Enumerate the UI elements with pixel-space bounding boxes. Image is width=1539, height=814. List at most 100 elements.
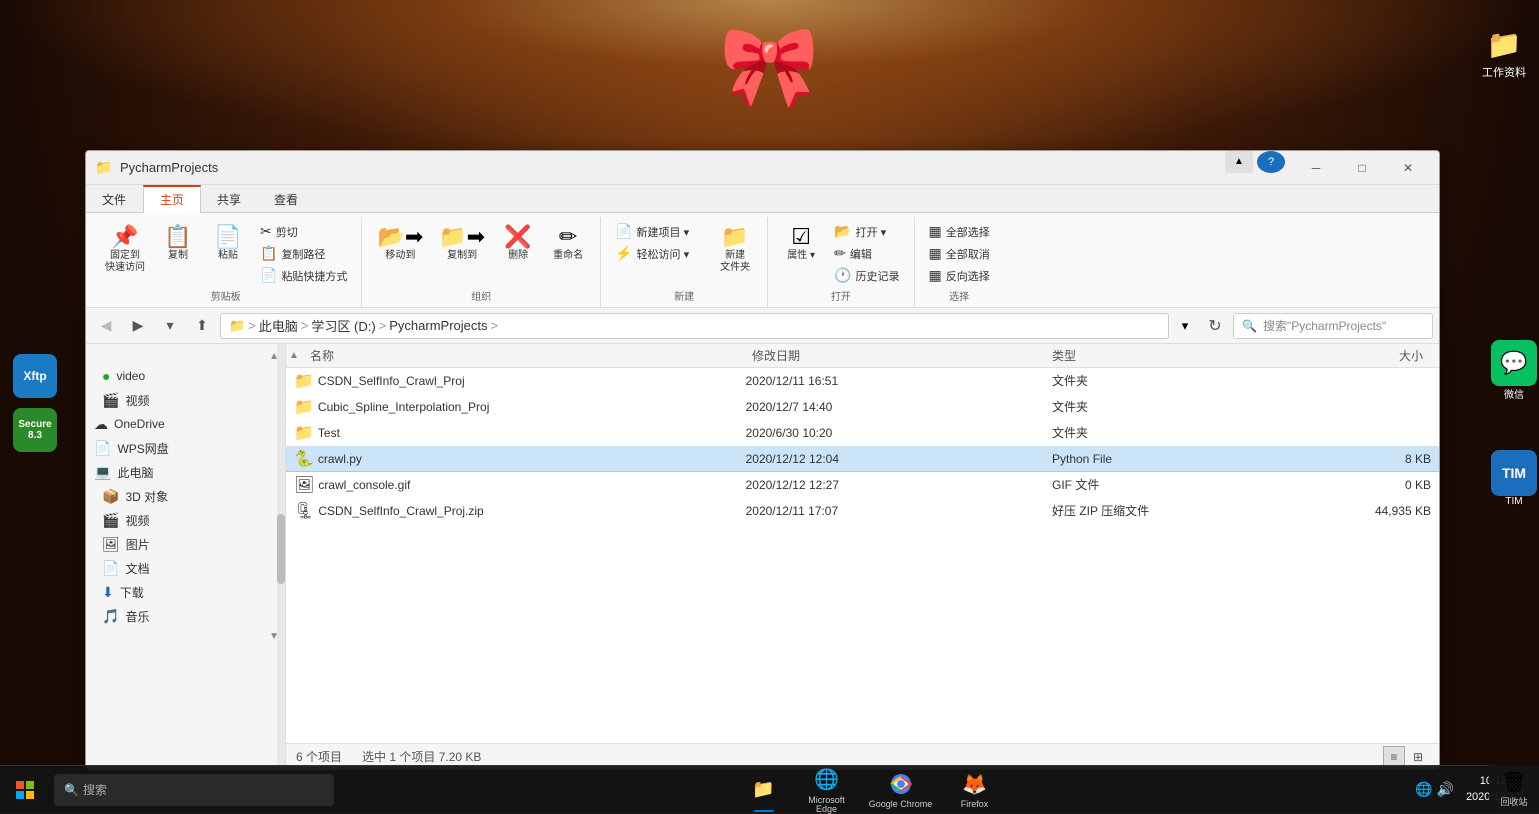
ribbon-tab-home[interactable]: 主页 [143, 185, 201, 213]
folder-icon-cubic: 📁 [294, 397, 314, 417]
sidebar-item-onedrive[interactable]: ☁ OneDrive [86, 412, 285, 436]
file-size-crawlpy: 8 KB [1278, 452, 1439, 466]
file-type-cubic: 文件夹 [1044, 398, 1278, 415]
easy-access-btn[interactable]: ⚡ 轻松访问 ▾ [609, 243, 709, 264]
easy-access-icon: ⚡ [615, 245, 632, 262]
address-path[interactable]: 📁 > 此电脑 > 学习区 (D:) > PycharmProjects > [220, 313, 1169, 339]
recycle-bin-taskbar[interactable]: 🗑 回收站 [1489, 765, 1539, 813]
ribbon-collapse-btn[interactable]: ▲ [1225, 151, 1253, 173]
sidebar-item-thispc[interactable]: 💻 此电脑 [86, 460, 285, 484]
tim-icon-container[interactable]: TIM [1491, 450, 1537, 496]
tim-float[interactable]: TIM TIM [1491, 450, 1537, 507]
taskbar-app-chrome[interactable]: Google Chrome [866, 766, 936, 814]
paste-btn[interactable]: 📄 粘贴 [204, 221, 252, 267]
sidebar-item-video[interactable]: ● video [86, 364, 285, 388]
windows-logo-icon [16, 781, 34, 799]
sidebar-item-videos2-label: 视频 [125, 512, 149, 529]
paste-shortcut-btn[interactable]: 📄 粘贴快捷方式 [254, 265, 353, 286]
copy-btn[interactable]: 📋 复制 [154, 221, 202, 267]
python-icon: 🐍 [294, 449, 314, 469]
invert-select-btn[interactable]: ▦ 反向选择 [923, 265, 996, 286]
col-header-size[interactable]: 大小 [1273, 347, 1431, 364]
select-col: ▦ 全部选择 ▦ 全部取消 ▦ 反向选择 [923, 221, 996, 286]
sidebar-scroll-down[interactable]: ▼ [86, 628, 285, 644]
start-button[interactable] [0, 766, 50, 814]
file-size-zip: 44,935 KB [1278, 504, 1439, 518]
search-box[interactable]: 🔍 搜索"PycharmProjects" [1233, 313, 1433, 339]
select-none-btn[interactable]: ▦ 全部取消 [923, 243, 996, 264]
sidebar-item-videos-folder[interactable]: 🎬 视频 [86, 388, 285, 412]
taskbar-app-explorer[interactable]: 📁 [740, 766, 788, 814]
tim-icon: TIM [1502, 465, 1526, 481]
file-row[interactable]: 📁 CSDN_SelfInfo_Crawl_Proj 2020/12/11 16… [286, 368, 1439, 394]
rename-btn[interactable]: ✏ 重命名 [544, 221, 592, 267]
address-dropdown-btn[interactable]: ▾ [1173, 313, 1197, 339]
desktop-icon-securecrt[interactable]: Secure8.3 [0, 404, 70, 456]
help-btn[interactable]: ? [1257, 151, 1285, 173]
taskbar-app-edge[interactable]: 🌐 MicrosoftEdge [792, 766, 862, 814]
nav-recent-btn[interactable]: ▾ [156, 312, 184, 340]
sidebar-scrollbar[interactable] [277, 344, 285, 769]
organize-items: 📂➡ 移动到 📁➡ 复制到 ❌ 删除 ✏ 重命名 [370, 221, 592, 286]
delete-btn[interactable]: ❌ 删除 [494, 221, 542, 267]
copy-path-btn[interactable]: 📋 复制路径 [254, 243, 353, 264]
desktop-icon-xftp[interactable]: Xftp [0, 350, 70, 402]
ribbon-tab-view[interactable]: 查看 [258, 185, 315, 213]
edit-btn[interactable]: ✏ 编辑 [828, 243, 905, 264]
new-item-btn[interactable]: 📄 新建项目 ▾ [609, 221, 709, 242]
move-to-btn[interactable]: 📂➡ 移动到 [370, 221, 430, 267]
wechat-icon-container[interactable]: 💬 [1491, 340, 1537, 386]
sidebar-item-documents[interactable]: 📄 文档 [86, 556, 285, 580]
file-row[interactable]: 📁 Test 2020/6/30 10:20 文件夹 [286, 420, 1439, 446]
open-file-label: 打开 ▾ [856, 224, 887, 240]
rename-icon: ✏ [559, 226, 577, 248]
file-row[interactable]: 📁 Cubic_Spline_Interpolation_Proj 2020/1… [286, 394, 1439, 420]
file-row[interactable]: 🖼 crawl_console.gif 2020/12/12 12:27 GIF… [286, 472, 1439, 498]
sidebar-scroll-up[interactable]: ▲ [86, 348, 285, 364]
maximize-btn[interactable]: □ [1339, 151, 1385, 185]
copy-to-btn[interactable]: 📁➡ 复制到 [432, 221, 492, 267]
file-row[interactable]: 🗜 CSDN_SelfInfo_Crawl_Proj.zip 2020/12/1… [286, 498, 1439, 524]
taskbar-app-firefox[interactable]: 🦊 Firefox [940, 766, 1010, 814]
pin-btn[interactable]: 📌 固定到快速访问 [98, 221, 152, 279]
refresh-btn[interactable]: ↻ [1201, 312, 1229, 340]
ribbon-tab-share[interactable]: 共享 [201, 185, 258, 213]
sidebar-item-downloads[interactable]: ⬇ 下载 [86, 580, 285, 604]
explorer-app-icon: 📁 [750, 776, 778, 804]
cut-btn[interactable]: ✂ 剪切 [254, 221, 353, 242]
history-btn[interactable]: 🕐 历史记录 [828, 265, 905, 286]
nav-up-btn[interactable]: ⬆ [188, 312, 216, 340]
sidebar-scrollbar-thumb[interactable] [277, 514, 285, 584]
wechat-float[interactable]: 💬 微信 [1491, 340, 1537, 401]
new-folder-btn[interactable]: 📁 新建文件夹 [711, 221, 759, 279]
recycle-label: 回收站 [1500, 795, 1527, 808]
close-btn[interactable]: ✕ [1385, 151, 1431, 185]
col-header-name[interactable]: 名称 [302, 347, 744, 364]
properties-btn[interactable]: ☑ 属性 ▾ [776, 221, 826, 267]
desktop-left-apps: Xftp Secure8.3 [0, 350, 70, 456]
taskbar-search[interactable]: 🔍 搜索 [54, 774, 334, 806]
ribbon-tab-file[interactable]: 文件 [86, 185, 143, 213]
sidebar-item-videos2[interactable]: 🎬 视频 [86, 508, 285, 532]
file-name-gif: 🖼 crawl_console.gif [286, 475, 738, 495]
sidebar-item-music[interactable]: 🎵 音乐 [86, 604, 285, 628]
col-header-date[interactable]: 修改日期 [744, 347, 1044, 364]
select-all-btn[interactable]: ▦ 全部选择 [923, 221, 996, 242]
file-row-crawl-py[interactable]: 🐍 crawl.py 2020/12/12 12:04 Python File … [286, 446, 1439, 472]
sidebar-item-3dobjects[interactable]: 📦 3D 对象 [86, 484, 285, 508]
col-header-type[interactable]: 类型 [1044, 347, 1273, 364]
sidebar-item-wps[interactable]: 📄 WPS网盘 [86, 436, 285, 460]
sidebar-item-wps-label: WPS网盘 [117, 440, 168, 457]
edge-app-icon: 🌐 [813, 766, 841, 794]
nav-back-btn[interactable]: ◀ [92, 312, 120, 340]
minimize-btn[interactable]: ─ [1293, 151, 1339, 185]
desktop-icon-work-resource[interactable]: 📁 工作资料 [1469, 20, 1539, 84]
sidebar-item-pictures[interactable]: 🖼 图片 [86, 532, 285, 556]
file-scroll-up[interactable]: ▲ [286, 350, 302, 361]
file-date-cubic: 2020/12/7 14:40 [738, 400, 1044, 414]
wechat-label: 微信 [1491, 386, 1537, 401]
paste-shortcut-label: 粘贴快捷方式 [281, 268, 347, 284]
status-selected: 选中 1 个项目 7.20 KB [362, 748, 481, 765]
open-file-btn[interactable]: 📂 打开 ▾ [828, 221, 905, 242]
nav-forward-btn[interactable]: ▶ [124, 312, 152, 340]
